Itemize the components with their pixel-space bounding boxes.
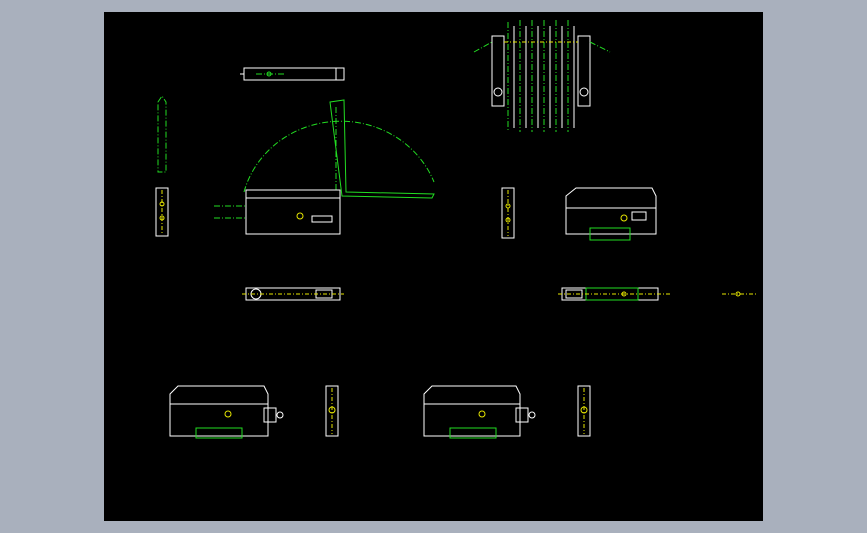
stacked-array-view	[473, 20, 611, 132]
end-view-middle	[501, 187, 515, 239]
top-view-sensor-body	[240, 67, 345, 81]
end-view-lower-left	[325, 385, 339, 437]
front-view-lower-middle	[423, 385, 536, 439]
side-view-with-hinge-arc	[214, 99, 435, 235]
cad-viewport[interactable]	[104, 12, 763, 521]
center-mark	[722, 291, 756, 297]
bottom-view-right	[558, 287, 670, 301]
end-view-left	[155, 95, 169, 237]
cad-drawing-canvas[interactable]	[104, 12, 763, 521]
front-view-lower-left	[169, 385, 284, 439]
front-view-upper-right	[565, 187, 657, 241]
end-view-lower-middle	[577, 385, 591, 437]
bottom-view-left	[242, 287, 344, 301]
